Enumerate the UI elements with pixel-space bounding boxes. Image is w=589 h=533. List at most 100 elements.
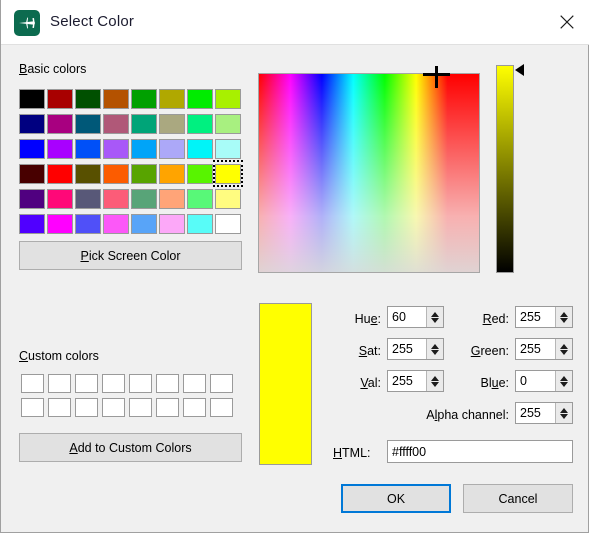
custom-color-swatch[interactable] [100,371,127,395]
basic-color-swatch[interactable] [102,86,130,111]
blue-spinbox[interactable]: 0 [515,370,573,392]
custom-color-swatch[interactable] [73,395,100,419]
basic-color-swatch[interactable] [130,86,158,111]
stepper-down-icon[interactable] [560,413,568,419]
stepper-down-icon[interactable] [431,317,439,323]
stepper-down-icon[interactable] [560,349,568,355]
custom-color-swatch[interactable] [19,395,46,419]
basic-color-swatch[interactable] [46,211,74,236]
basic-color-swatch[interactable] [74,136,102,161]
basic-color-swatch[interactable] [74,211,102,236]
value-slider[interactable] [496,65,514,273]
basic-color-swatch[interactable] [18,111,46,136]
hue-spinbox[interactable]: 60 [387,306,444,328]
custom-color-swatch[interactable] [208,371,235,395]
val-stepper[interactable] [426,371,443,391]
stepper-up-icon[interactable] [560,375,568,381]
html-hex-input[interactable]: #ffff00 [387,440,573,463]
basic-color-swatch[interactable] [186,186,214,211]
basic-color-swatch[interactable] [130,186,158,211]
saturation-value-picker[interactable] [258,66,480,273]
basic-color-swatch[interactable] [214,111,242,136]
basic-color-swatch[interactable] [18,86,46,111]
ok-button[interactable]: OK [341,484,451,513]
basic-color-swatch[interactable] [158,211,186,236]
custom-color-swatch[interactable] [127,395,154,419]
custom-color-swatch[interactable] [208,395,235,419]
blue-stepper[interactable] [555,371,572,391]
alpha-spinbox[interactable]: 255 [515,402,573,424]
custom-color-swatch[interactable] [154,395,181,419]
custom-color-swatch[interactable] [46,371,73,395]
stepper-up-icon[interactable] [431,311,439,317]
pick-screen-color-button[interactable]: Pick Screen Color [19,241,242,270]
alpha-stepper[interactable] [555,403,572,423]
custom-color-swatch[interactable] [154,371,181,395]
custom-color-swatch[interactable] [181,371,208,395]
hue-value[interactable]: 60 [388,307,426,327]
basic-color-swatch[interactable] [186,161,214,186]
custom-color-swatch[interactable] [73,371,100,395]
stepper-up-icon[interactable] [560,343,568,349]
html-hex-value[interactable]: #ffff00 [388,441,572,461]
basic-color-swatch[interactable] [214,186,242,211]
basic-color-swatch[interactable] [102,136,130,161]
basic-color-swatch[interactable] [46,136,74,161]
basic-color-swatch[interactable] [158,161,186,186]
stepper-down-icon[interactable] [431,381,439,387]
basic-color-swatch[interactable] [213,160,243,187]
stepper-up-icon[interactable] [560,407,568,413]
basic-color-swatch[interactable] [186,86,214,111]
stepper-down-icon[interactable] [431,349,439,355]
basic-color-swatch[interactable] [158,86,186,111]
basic-color-swatch[interactable] [74,186,102,211]
add-to-custom-colors-button[interactable]: Add to Custom Colors [19,433,242,462]
green-stepper[interactable] [555,339,572,359]
basic-color-swatch[interactable] [158,136,186,161]
basic-color-swatch[interactable] [74,86,102,111]
basic-color-swatch[interactable] [130,211,158,236]
custom-color-swatch[interactable] [46,395,73,419]
green-spinbox[interactable]: 255 [515,338,573,360]
basic-color-swatch[interactable] [102,186,130,211]
hue-stepper[interactable] [426,307,443,327]
basic-color-swatch[interactable] [214,211,242,236]
val-value[interactable]: 255 [388,371,426,391]
sat-value[interactable]: 255 [388,339,426,359]
basic-color-swatch[interactable] [18,136,46,161]
basic-colors-grid[interactable] [18,86,243,236]
basic-color-swatch[interactable] [214,86,242,111]
red-stepper[interactable] [555,307,572,327]
cancel-button[interactable]: Cancel [463,484,573,513]
basic-color-swatch[interactable] [214,136,242,161]
basic-color-swatch[interactable] [130,136,158,161]
basic-color-swatch[interactable] [102,111,130,136]
basic-color-swatch[interactable] [46,186,74,211]
red-value[interactable]: 255 [516,307,555,327]
basic-color-swatch[interactable] [46,111,74,136]
basic-color-swatch[interactable] [74,161,102,186]
basic-color-swatch[interactable] [74,111,102,136]
basic-color-swatch[interactable] [102,161,130,186]
basic-color-swatch[interactable] [18,186,46,211]
basic-color-swatch[interactable] [102,211,130,236]
stepper-down-icon[interactable] [560,381,568,387]
value-slider-handle-icon[interactable] [515,64,524,76]
custom-color-swatch[interactable] [100,395,127,419]
basic-color-swatch[interactable] [130,111,158,136]
sat-stepper[interactable] [426,339,443,359]
basic-color-swatch[interactable] [18,211,46,236]
custom-color-swatch[interactable] [19,371,46,395]
basic-color-swatch[interactable] [18,161,46,186]
close-icon[interactable] [544,0,589,44]
val-spinbox[interactable]: 255 [387,370,444,392]
stepper-up-icon[interactable] [431,375,439,381]
custom-color-swatch[interactable] [127,371,154,395]
blue-value[interactable]: 0 [516,371,555,391]
basic-color-swatch[interactable] [46,86,74,111]
custom-color-swatch[interactable] [181,395,208,419]
basic-color-swatch[interactable] [186,136,214,161]
custom-colors-grid[interactable] [19,371,235,419]
stepper-up-icon[interactable] [431,343,439,349]
basic-color-swatch[interactable] [186,111,214,136]
